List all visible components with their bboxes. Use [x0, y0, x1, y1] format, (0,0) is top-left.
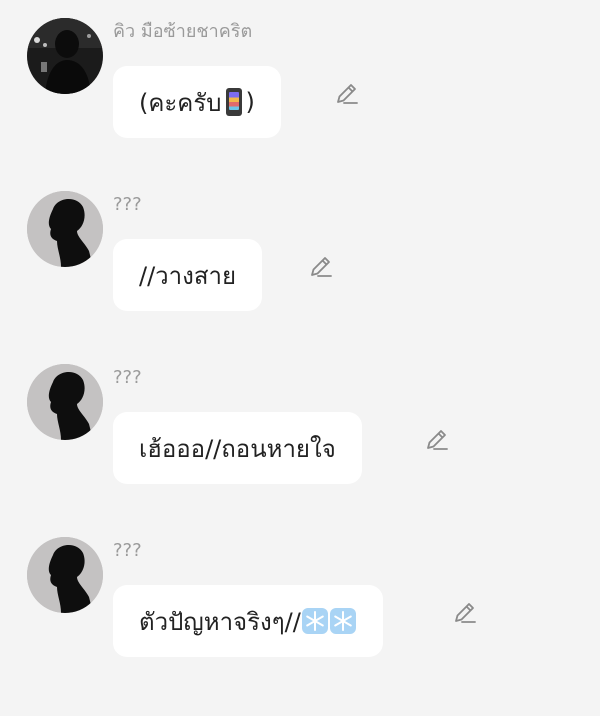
- silhouette-avatar-icon: [27, 537, 103, 613]
- snowflake-emoji-icon: [329, 608, 356, 634]
- edit-button[interactable]: [423, 426, 451, 454]
- sender-name: ???: [113, 367, 142, 388]
- pencil-icon: [455, 603, 476, 623]
- message-bubble: //วางสาย: [113, 239, 263, 311]
- message-item: ??? ตัวปัญหาจริงๆ//: [0, 537, 600, 697]
- message-text: เฮ้อออ//ถอนหายใจ: [139, 434, 336, 463]
- silhouette-avatar-icon: [27, 191, 103, 267]
- message-item: ??? เฮ้อออ//ถอนหายใจ: [0, 364, 600, 524]
- message-bubble: (คะครับ ): [113, 66, 281, 138]
- message-item: ??? //วางสาย: [0, 191, 600, 351]
- message-bubble: เฮ้อออ//ถอนหายใจ: [113, 412, 362, 484]
- message-text-end: ): [245, 88, 255, 116]
- edit-button[interactable]: [307, 253, 335, 281]
- silhouette-avatar-icon: [27, 364, 103, 440]
- message-item: คิว มือซ้ายชาคริต (คะครับ ): [0, 18, 600, 178]
- avatar[interactable]: [27, 537, 103, 613]
- avatar[interactable]: [27, 18, 103, 94]
- pencil-icon: [427, 430, 448, 450]
- message-bubble: ตัวปัญหาจริงๆ//: [113, 585, 383, 657]
- avatar[interactable]: [27, 191, 103, 267]
- pencil-icon: [337, 84, 358, 104]
- sender-name: ???: [113, 540, 142, 561]
- sender-name: คิว มือซ้ายชาคริต: [113, 21, 253, 42]
- message-text: ตัวปัญหาจริงๆ//: [139, 607, 301, 636]
- message-text: //วางสาย: [139, 261, 237, 290]
- pencil-icon: [311, 257, 332, 277]
- snowflake-emoji-icon: [301, 608, 328, 634]
- edit-button[interactable]: [333, 80, 361, 108]
- message-text: (คะครับ: [139, 88, 222, 117]
- mobile-phone-emoji-icon: [225, 88, 242, 116]
- edit-button[interactable]: [451, 599, 479, 627]
- avatar[interactable]: [27, 364, 103, 440]
- chat-thread: คิว มือซ้ายชาคริต (คะครับ ) ??? //วางสาย: [0, 0, 600, 716]
- sender-name: ???: [113, 194, 142, 215]
- dark-photo-avatar-icon: [27, 18, 103, 94]
